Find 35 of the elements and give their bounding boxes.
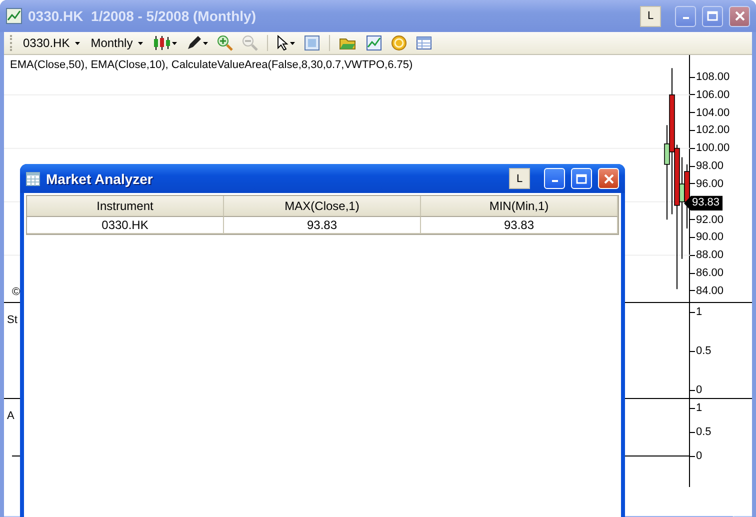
interval-dropdown[interactable]: Monthly	[88, 36, 146, 50]
table-cell: 93.83	[421, 217, 618, 234]
axis-label: 98.00	[696, 160, 724, 172]
table-cell: 93.83	[224, 217, 421, 234]
axis-label: 1	[696, 402, 702, 414]
axis-label: 96.00	[696, 178, 724, 190]
axis-label: 84.00	[696, 284, 724, 297]
column-header[interactable]: Instrument	[27, 196, 224, 217]
axis-label: 0	[696, 384, 702, 396]
window-title: 0330.HK 1/2008 - 5/2008 (Monthly)	[28, 8, 257, 24]
axis-label: 106.00	[696, 88, 730, 101]
indicator-label: A	[7, 410, 14, 422]
column-header[interactable]: MAX(Close,1)	[224, 196, 421, 217]
axis-label: 90.00	[696, 231, 724, 244]
axis-label: 1	[696, 306, 702, 318]
window-title: Market Analyzer	[46, 170, 154, 186]
axis-label: 0.5	[696, 345, 712, 357]
axis-label: 104.00	[696, 106, 730, 119]
axis-label: 102.00	[696, 124, 730, 136]
table-cell: 0330.HK	[27, 217, 224, 234]
axis-label: 92.00	[696, 214, 724, 226]
indicator-label: EMA(Close,50), EMA(Close,10), CalculateValueArea(False,8,30,0.7,VWTPO,6.75)	[10, 59, 413, 71]
layout-button[interactable]: L	[640, 6, 661, 26]
copyright-label: ©	[12, 286, 20, 298]
axis-label: 0	[696, 450, 702, 462]
axis-label: 100.00	[696, 142, 730, 154]
indicator-label: St	[7, 314, 18, 326]
layout-button[interactable]: L	[509, 168, 530, 189]
axis-label: 88.00	[696, 249, 724, 262]
column-header[interactable]: MIN(Min,1)	[421, 196, 618, 217]
price-marker: 93.83	[684, 196, 723, 211]
axis-label: 108.00	[696, 71, 730, 83]
axis-label: 0.5	[696, 426, 712, 438]
instrument-dropdown[interactable]: 0330.HK	[20, 36, 83, 50]
axis-label: 86.00	[696, 267, 724, 280]
